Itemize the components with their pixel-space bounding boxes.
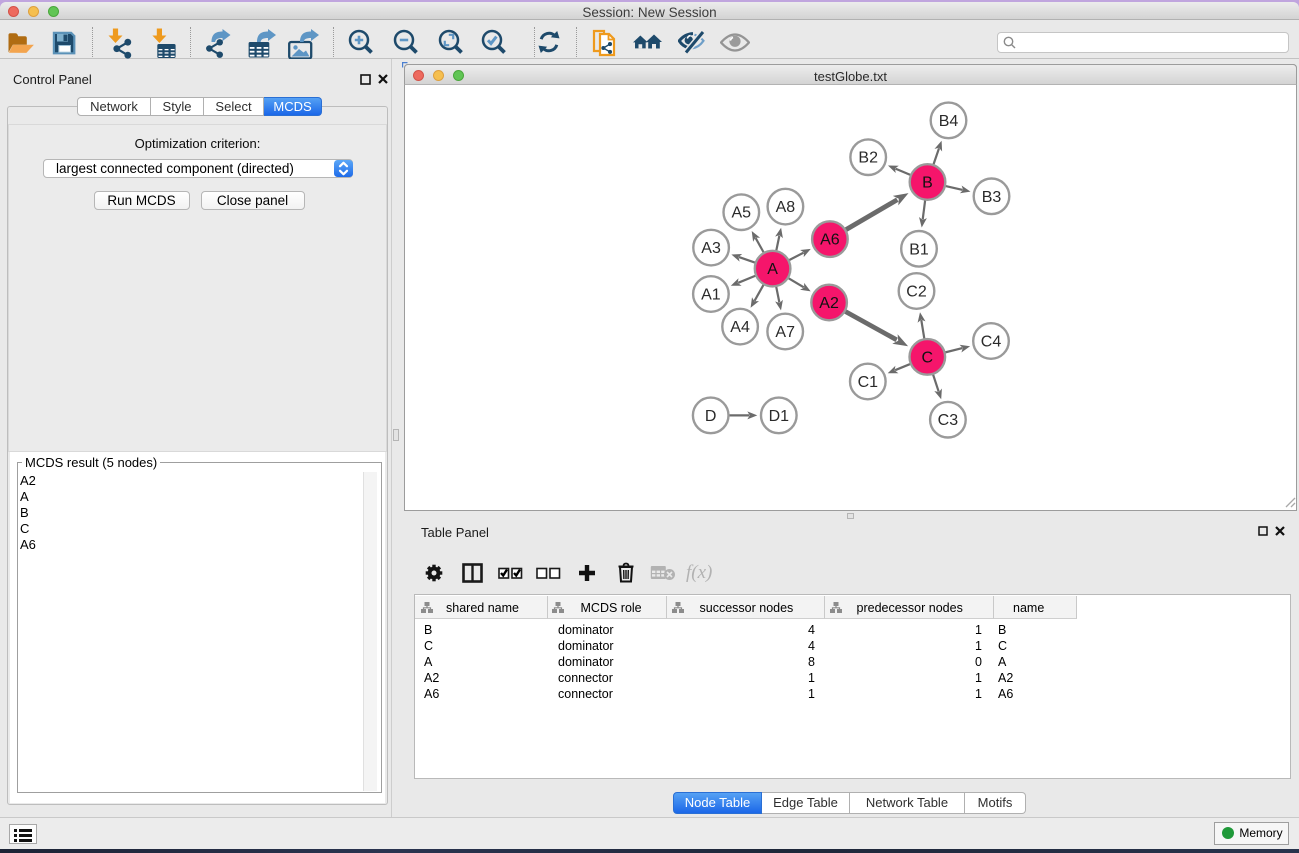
svg-text:A5: A5 [732,205,752,222]
svg-text:A8: A8 [776,199,796,216]
svg-text:A3: A3 [701,240,721,257]
svg-text:D: D [705,408,717,425]
svg-text:C3: C3 [938,412,959,429]
svg-text:C2: C2 [906,284,927,301]
svg-text:B: B [922,175,933,192]
svg-text:B2: B2 [858,150,878,167]
svg-text:A6: A6 [820,232,840,249]
svg-text:D1: D1 [769,408,790,425]
svg-text:A4: A4 [730,319,750,336]
svg-text:B4: B4 [939,113,959,130]
svg-text:C1: C1 [858,374,879,391]
svg-text:A7: A7 [775,324,795,341]
svg-text:A1: A1 [701,287,721,304]
svg-text:A2: A2 [819,295,839,312]
svg-text:C: C [922,349,934,366]
svg-text:A: A [767,261,778,278]
svg-text:B3: B3 [982,189,1002,206]
svg-text:C4: C4 [981,334,1002,351]
svg-text:B1: B1 [909,241,929,258]
